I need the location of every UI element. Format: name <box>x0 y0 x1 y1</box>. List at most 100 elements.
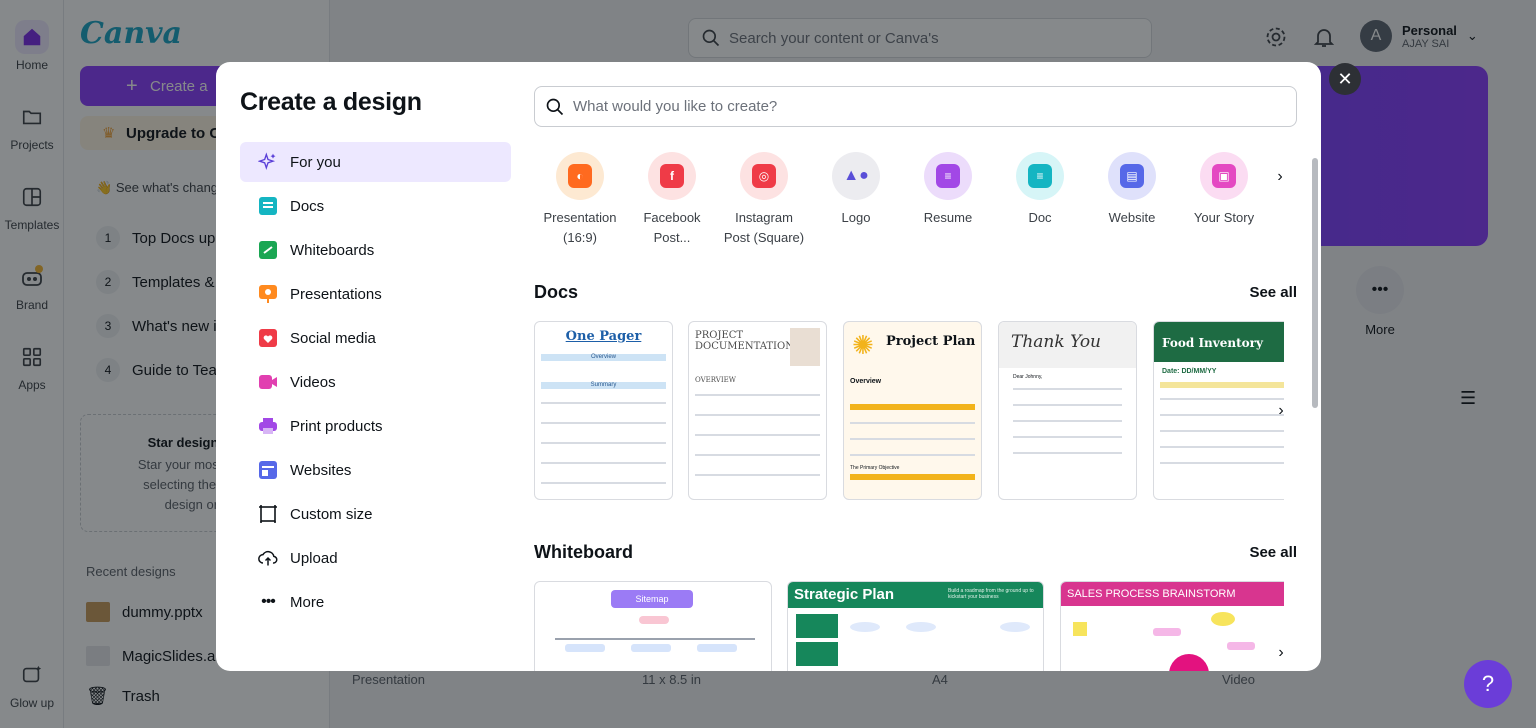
card-line <box>541 462 666 464</box>
docs-next-arrow-icon[interactable]: › <box>1268 398 1294 424</box>
nav-websites[interactable]: Websites <box>240 450 511 490</box>
design-type-label: Logo <box>841 210 871 225</box>
card-line <box>1013 420 1122 422</box>
card-connector <box>555 638 755 640</box>
card-center-node <box>1169 654 1209 671</box>
card-photo <box>790 328 820 366</box>
nav-for-you[interactable]: For you <box>240 142 511 182</box>
card-table-heading: Summary <box>541 382 666 389</box>
card-title: PROJECT DOCUMENTATION <box>695 330 794 352</box>
whiteboard-template-card[interactable]: Strategic Plan Build a roadmap from the … <box>787 581 1044 671</box>
card-line <box>1160 414 1284 416</box>
card-line <box>850 438 975 440</box>
nav-social-media[interactable]: Social media <box>240 318 511 358</box>
card-highlight-bar <box>850 474 975 480</box>
whiteboard-see-all-link[interactable]: See all <box>1249 544 1297 561</box>
create-design-dialog: Create a design For you Docs Whiteboards… <box>216 62 1321 671</box>
design-type-your-story[interactable]: ▣ Your Story <box>1178 152 1270 228</box>
nav-upload[interactable]: Upload <box>240 538 511 578</box>
design-type-website[interactable]: ▤ Website <box>1086 152 1178 228</box>
card-line <box>1160 430 1284 432</box>
card-line <box>541 482 666 484</box>
card-title: Sitemap <box>611 590 693 608</box>
design-type-facebook-post[interactable]: f Facebook Post... <box>626 152 718 248</box>
design-type-instagram-post[interactable]: ◎ Instagram Post (Square) <box>718 152 810 248</box>
whiteboard-section-title: Whiteboard <box>534 542 633 562</box>
card-line <box>1160 398 1284 400</box>
dialog-content: What would you like to create? ◐ Present… <box>534 62 1321 671</box>
docs-see-all-link[interactable]: See all <box>1249 284 1297 301</box>
nav-more[interactable]: ••• More <box>240 582 511 622</box>
carousel-next-arrow-icon[interactable]: › <box>1267 164 1293 190</box>
sun-icon: ✺ <box>852 330 874 360</box>
design-category-nav: For you Docs Whiteboards Presentations S… <box>240 142 511 626</box>
nav-label: Social media <box>290 329 376 347</box>
doc-template-card[interactable]: PROJECT DOCUMENTATION OVERVIEW <box>688 321 827 500</box>
design-type-label: Doc <box>1028 210 1052 225</box>
whiteboard-template-card[interactable]: SALES PROCESS BRAINSTORM <box>1060 581 1284 671</box>
video-icon <box>258 372 278 392</box>
card-title: Food Inventory <box>1162 336 1263 350</box>
design-type-label: Your Story <box>1193 210 1255 225</box>
card-line <box>1013 436 1122 438</box>
sticky-note <box>1211 612 1235 626</box>
card-subtitle: Build a roadmap from the ground up to ki… <box>948 588 1034 600</box>
design-type-label: Instagram <box>735 210 793 225</box>
design-type-presentation[interactable]: ◐ Presentation (16:9) <box>534 152 626 248</box>
nav-label: Videos <box>290 373 336 391</box>
instagram-icon: ◎ <box>740 152 788 200</box>
design-type-sublabel: Post (Square) <box>723 230 805 245</box>
resume-icon: ≡ <box>924 152 972 200</box>
card-line <box>541 402 666 404</box>
card-node <box>565 644 605 652</box>
design-type-logo[interactable]: ▲● Logo <box>810 152 902 228</box>
card-node <box>906 622 936 632</box>
card-node <box>850 622 880 632</box>
nav-label: More <box>290 593 325 611</box>
doc-template-card[interactable]: Thank You Dear Johnny, <box>998 321 1137 500</box>
card-line <box>695 454 820 456</box>
nav-label: Docs <box>290 197 325 215</box>
card-node <box>631 644 671 652</box>
nav-print-products[interactable]: Print products <box>240 406 511 446</box>
sticky-note <box>1073 622 1087 636</box>
nav-label: Print products <box>290 417 383 435</box>
whiteboard-next-arrow-icon[interactable]: › <box>1268 640 1294 666</box>
nav-whiteboards[interactable]: Whiteboards <box>240 230 511 270</box>
card-highlight-bar <box>1160 382 1284 388</box>
design-type-doc[interactable]: ≡ Doc <box>994 152 1086 228</box>
doc-template-card[interactable]: ✺ Project Plan Overview The Primary Obje… <box>843 321 982 500</box>
card-node <box>639 616 669 624</box>
card-line <box>1160 462 1284 464</box>
card-row-header <box>796 642 838 666</box>
printer-icon <box>258 416 278 436</box>
facebook-icon: f <box>648 152 696 200</box>
nav-custom-size[interactable]: Custom size <box>240 494 511 534</box>
card-subtitle: Overview <box>541 354 666 361</box>
card-subtitle: Dear Johnny, <box>1013 374 1043 380</box>
upload-icon <box>258 548 278 568</box>
card-line <box>541 422 666 424</box>
doc-template-card[interactable]: One Pager Overview Summary <box>534 321 673 500</box>
dialog-scrollbar[interactable] <box>1312 158 1318 408</box>
presentation-icon: ◐ <box>556 152 604 200</box>
design-type-label: Presentation <box>543 210 617 225</box>
card-title: Project Plan <box>886 334 976 349</box>
nav-docs[interactable]: Docs <box>240 186 511 226</box>
card-line <box>1160 446 1284 448</box>
doc-template-card[interactable]: Food Inventory Date: DD/MM/YY <box>1153 321 1284 500</box>
nav-label: Presentations <box>290 285 382 303</box>
design-search-input[interactable]: What would you like to create? <box>534 86 1297 127</box>
help-button[interactable]: ? <box>1464 660 1512 708</box>
close-icon: ✕ <box>1337 68 1353 89</box>
nav-presentations[interactable]: Presentations <box>240 274 511 314</box>
nav-label: Websites <box>290 461 352 479</box>
card-line <box>695 474 820 476</box>
close-dialog-button[interactable]: ✕ <box>1329 63 1361 95</box>
nav-videos[interactable]: Videos <box>240 362 511 402</box>
docs-icon <box>258 196 278 216</box>
whiteboard-template-card[interactable]: Sitemap <box>534 581 772 671</box>
design-type-resume[interactable]: ≡ Resume <box>902 152 994 228</box>
card-footer: The Primary Objective <box>850 465 900 471</box>
card-title: Strategic Plan <box>794 586 895 603</box>
